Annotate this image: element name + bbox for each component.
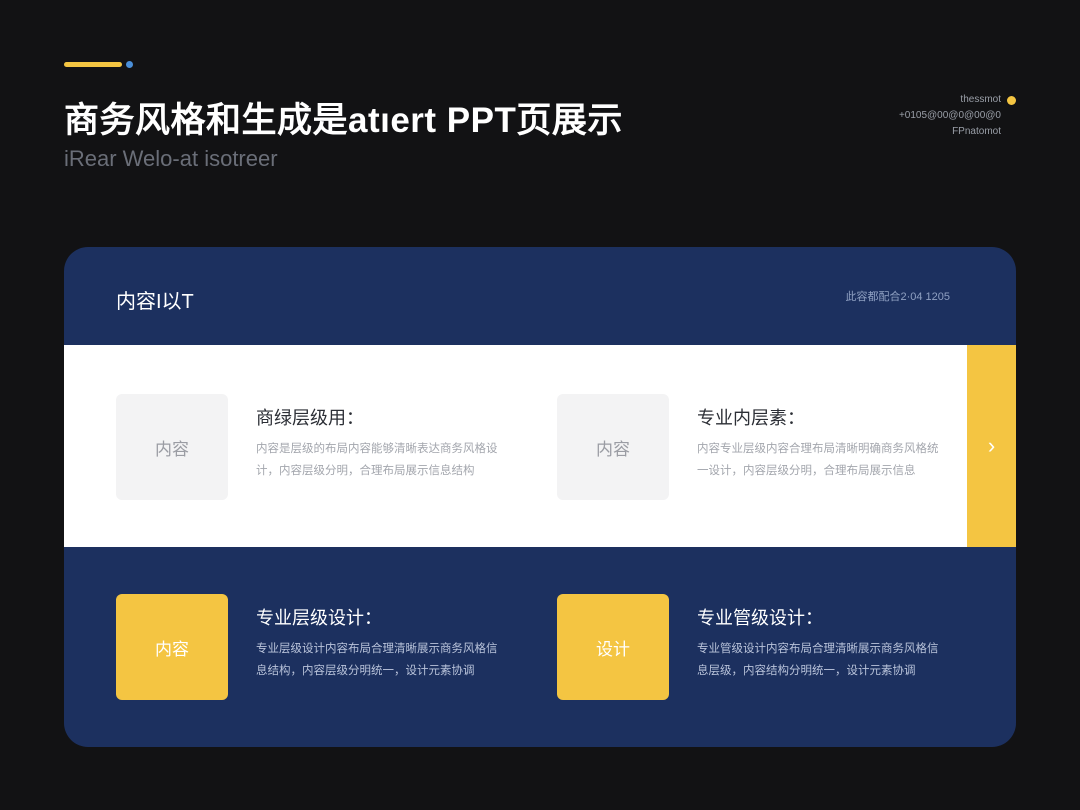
panel-title: 内容I以T: [116, 291, 194, 313]
corner-line-1: thessmot: [960, 94, 1001, 105]
chevron-right-icon: ›: [987, 433, 996, 458]
accent-line: [64, 62, 122, 67]
content-panel: 内容I以T 此容都配合2·04 1205 › 内容 商绿层级用： 内容是层级的布…: [64, 247, 1016, 747]
card-heading: 商绿层级用：: [256, 408, 364, 428]
accent-dot: [126, 61, 133, 68]
card-thumbnail: 内容: [116, 594, 228, 700]
card-description: 内容是层级的布局内容能够清晰表达商务风格设计，内容层级分明，合理布局展示信息结构: [256, 443, 498, 477]
card-thumbnail: 内容: [116, 394, 228, 500]
card-description: 专业管级设计内容布局合理清晰展示商务风格信息层级，内容结构分明统一，设计元素协调: [697, 643, 939, 677]
corner-line-2: +0105@00@0@00@0: [898, 110, 1001, 121]
card-heading: 专业层级设计：: [256, 608, 382, 628]
card-heading: 专业管级设计：: [697, 608, 823, 628]
card-thumbnail: 设计: [557, 594, 669, 700]
card-description: 专业层级设计内容布局合理清晰展示商务风格信息结构，内容层级分明统一，设计元素协调: [256, 643, 498, 677]
corner-info: thessmot +0105@00@0@00@0 FPnatomot: [899, 92, 1016, 140]
page-title: 商务风格和生成是atıert PPT页展示: [64, 101, 623, 140]
next-button[interactable]: ›: [967, 345, 1016, 547]
page-subtitle: iRear Welo-at isotreer: [64, 146, 278, 171]
card-thumbnail: 内容: [557, 394, 669, 500]
panel-meta: 此容都配合2·04 1205: [845, 291, 950, 303]
card-description: 内容专业层级内容合理布局清晰明确商务风格统一设计，内容层级分明，合理布局展示信息: [697, 443, 939, 477]
yellow-dot-icon: [1007, 95, 1016, 105]
card-heading: 专业内层素：: [697, 408, 805, 428]
corner-line-3: FPnatomot: [952, 126, 1001, 137]
